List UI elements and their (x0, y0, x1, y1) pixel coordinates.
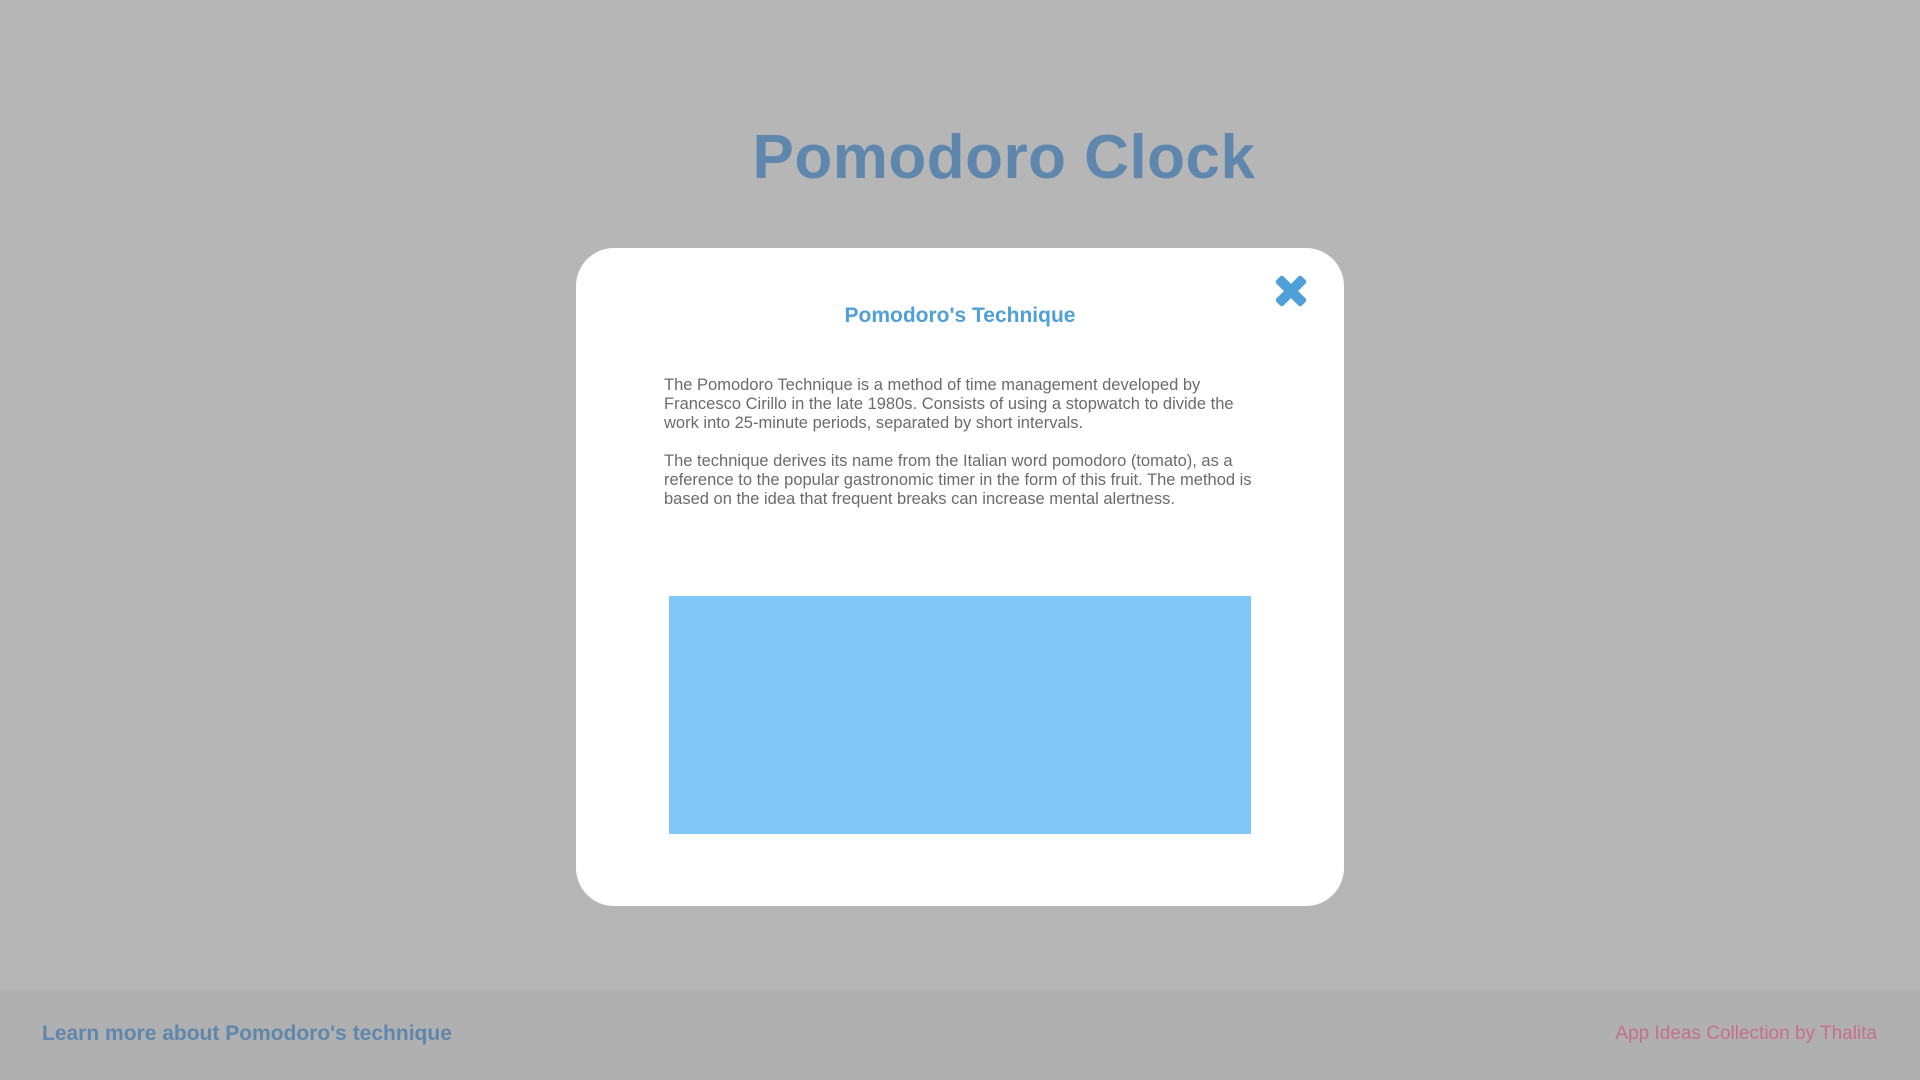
credit-text: App Ideas Collection by Thalita (1615, 1023, 1877, 1044)
modal-description: The Pomodoro Technique is a method of ti… (664, 376, 1264, 509)
description-paragraph: The technique derives its name from the … (664, 452, 1252, 508)
page: Pomodoro Clock Pomodoro's Technique The … (0, 0, 1920, 1080)
description-paragraph: The Pomodoro Technique is a method of ti… (664, 376, 1234, 432)
modal-title: Pomodoro's Technique (844, 304, 1076, 327)
media-placeholder (669, 596, 1251, 834)
technique-modal: Pomodoro's Technique The Pomodoro Techni… (576, 248, 1344, 906)
learn-more-link[interactable]: Learn more about Pomodoro's technique (42, 1022, 452, 1046)
footer: Learn more about Pomodoro's technique Ap… (0, 990, 1920, 1080)
page-title: Pomodoro Clock (752, 123, 1256, 192)
